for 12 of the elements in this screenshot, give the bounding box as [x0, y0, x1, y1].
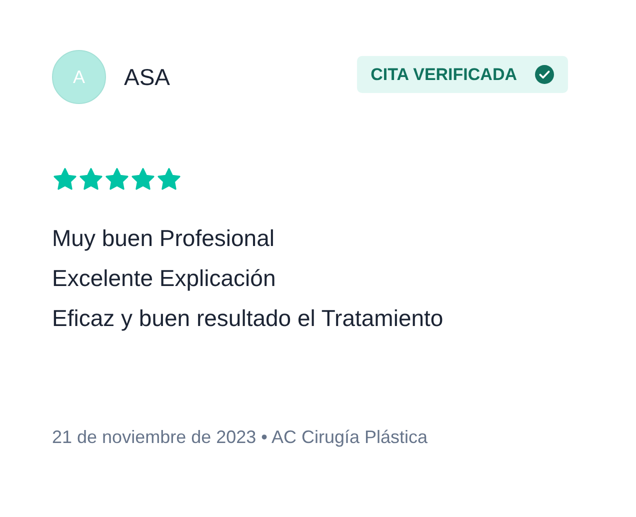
- star-icon: [156, 167, 182, 192]
- star-icon: [130, 167, 156, 192]
- reviewer-name: ASA: [124, 64, 170, 90]
- avatar: A: [52, 50, 106, 104]
- star-icon: [52, 167, 78, 192]
- star-icon: [104, 167, 130, 192]
- review-text: Muy buen Profesional: [52, 224, 276, 253]
- star-icon: [78, 167, 104, 192]
- review-text: Excelente Explicación: [52, 264, 277, 293]
- badge-label: CITA VERIFICADA: [370, 64, 517, 84]
- review-text: Eficaz y buen resultado el Tratamiento: [52, 304, 444, 333]
- review-meta: 21 de noviembre de 2023 • AC Cirugía Plástica: [52, 427, 429, 448]
